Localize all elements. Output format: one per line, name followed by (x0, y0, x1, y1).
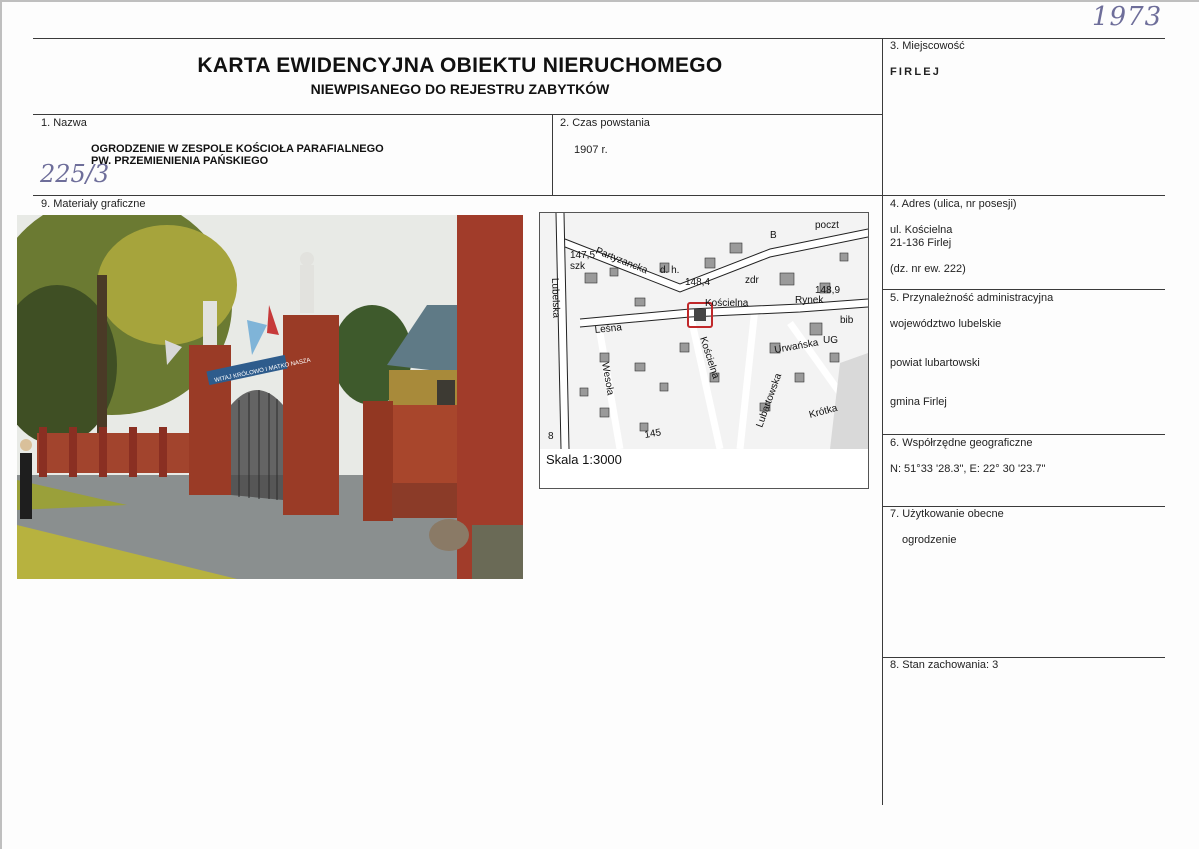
header-bottom-line (33, 114, 883, 115)
map-label-school: szk (570, 261, 586, 272)
construction-date-label: 2. Czas powstania (560, 117, 650, 129)
address-postal: 21-136 Firlej (890, 237, 952, 249)
location-map: 147,5 szk Partyzancka Lubelska d. h. 148… (539, 212, 869, 489)
name-label: 1. Nazwa (41, 117, 87, 129)
current-use-label: 7. Użytkowanie obecne (890, 508, 1004, 520)
fence-pillar-right (363, 401, 393, 521)
photo-illustration: WITAJ KRÓLOWO I MATKO NASZA (17, 215, 523, 579)
right-col-line-6 (882, 434, 1165, 435)
voivodeship-value: województwo lubelskie (890, 318, 1002, 330)
stone-base (472, 525, 523, 579)
map-label-koscielna: Kościelna (705, 298, 749, 309)
map-label-b: B (770, 230, 777, 241)
scan-edge-top (0, 0, 1199, 2)
handwritten-reference: 225/3 (40, 160, 110, 188)
map-label-zdr: zdr (745, 275, 760, 286)
document-subtitle: NIEWPISANEGO DO REJESTRU ZABYTKÓW (310, 81, 610, 97)
address-label: 4. Adres (ulica, nr posesji) (890, 198, 1017, 210)
address-street: ul. Kościelna (890, 224, 953, 236)
fence-left-panels (37, 433, 192, 473)
locality-value: FIRLEJ (890, 66, 942, 78)
document-title: KARTA EWIDENCYJNA OBIEKTU NIERUCHOMEGO (197, 54, 723, 77)
commune-value: gmina Firlej (890, 396, 947, 408)
map-label-poczta: poczt (815, 220, 839, 231)
map-scale: Skala 1:3000 (546, 452, 622, 467)
gate-pillar-right (283, 315, 339, 515)
angel-statue (203, 301, 217, 345)
scan-edge-left (0, 0, 2, 849)
map-label-elev-147: 147,5 (570, 250, 595, 261)
person-figure (20, 453, 32, 519)
object-name-line2: PW. PRZEMIENIENIA PAŃSKIEGO (91, 155, 269, 167)
map-label-lubelska: Lubelska (549, 278, 561, 319)
administrative-label: 5. Przynależność administracyjna (890, 292, 1054, 304)
locality-label: 3. Miejscowość (890, 40, 965, 52)
right-col-line-5 (882, 289, 1165, 290)
church-building-mark (694, 309, 706, 321)
row-divider-line (33, 195, 1165, 196)
right-col-line-8 (882, 657, 1165, 658)
object-name-line1: OGRODZENIE W ZESPOLE KOŚCIOŁA PARAFIALNE… (91, 143, 384, 155)
condition-label: 8. Stan zachowania: 3 (890, 659, 999, 671)
document-page: 1973 KARTA EWIDENCYJNA OBIEKTU NIERUCHOM… (0, 0, 1199, 849)
name-date-divider (552, 114, 553, 196)
christ-statue (300, 265, 314, 313)
coordinates-value: N: 51°33 '28.3", E: 22° 30 '23.7" (890, 463, 1046, 475)
current-use-value: ogrodzenie (902, 534, 957, 546)
right-column-divider (882, 38, 883, 805)
frame-top-line (33, 38, 1165, 39)
coordinates-label: 6. Współrzędne geograficzne (890, 437, 1033, 449)
map-drawing: 147,5 szk Partyzancka Lubelska d. h. 148… (540, 212, 869, 488)
right-col-line-7 (882, 506, 1165, 507)
address-parcel: (dz. nr ew. 222) (890, 263, 966, 275)
church-fence-photo: WITAJ KRÓLOWO I MATKO NASZA (17, 215, 523, 579)
church-tower-wall (457, 215, 523, 579)
gate-pillar-left (189, 345, 231, 495)
map-label-elev-148-9: 148,9 (815, 285, 840, 296)
archive-number: 1973 (1092, 2, 1163, 32)
county-value: powiat lubartowski (890, 357, 980, 369)
map-label-elev-148-4: 148,4 (685, 277, 710, 288)
boulder (429, 519, 469, 551)
person-head (20, 439, 32, 451)
map-label-8: 8 (548, 431, 554, 442)
graphics-label: 9. Materiały graficzne (41, 198, 146, 210)
construction-date-value: 1907 r. (574, 144, 608, 156)
map-label-dh-1: d. h. (660, 265, 679, 276)
object-name: OGRODZENIE W ZESPOLE KOŚCIOŁA PARAFIALNE… (91, 143, 384, 167)
map-label-rynek: Rynek (795, 295, 824, 306)
map-label-bib: bib (840, 315, 854, 326)
christ-statue-head (300, 252, 314, 266)
map-label-ug: UG (823, 335, 838, 346)
